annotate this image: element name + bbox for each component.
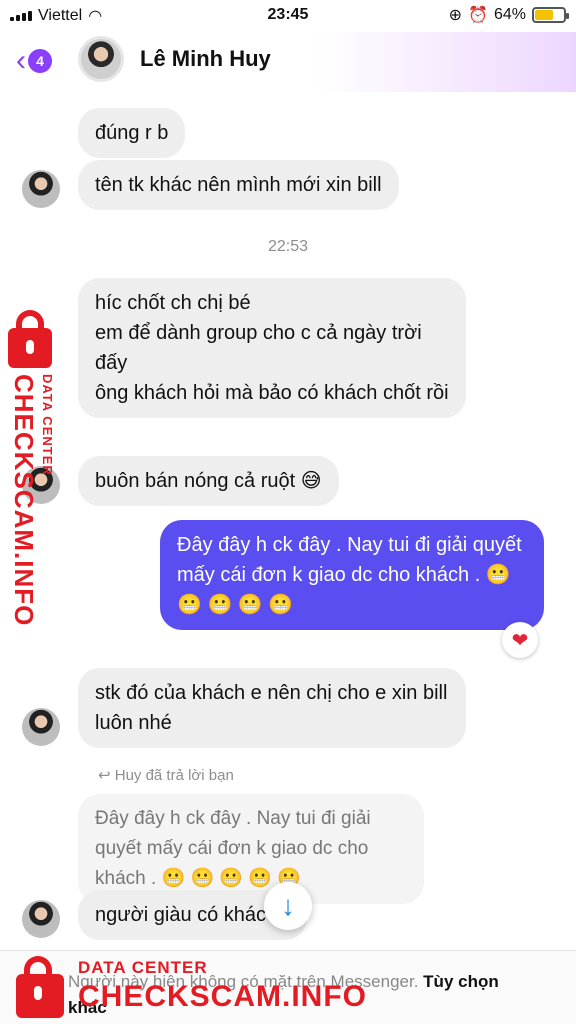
quoted-message[interactable]: Đây đây h ck đây . Nay tui đi giải quyết… [78, 794, 424, 904]
arrow-down-icon: ↓ [281, 890, 295, 921]
watermark-label: DATA CENTER [40, 374, 55, 476]
message-incoming[interactable]: đúng r b [78, 108, 186, 158]
watermark-bottom: DATA CENTER CHECKSCAM.INFO [8, 944, 368, 1024]
lock-icon [16, 956, 64, 1018]
chat-header: ‹ 4 Lê Minh Huy [0, 32, 576, 92]
contact-name[interactable]: Lê Minh Huy [140, 46, 271, 72]
contact-avatar[interactable] [78, 36, 124, 82]
battery-fill [535, 10, 553, 20]
sender-avatar[interactable] [22, 900, 60, 938]
watermark-label: DATA CENTER [78, 958, 208, 977]
watermark-vertical-text: CHECKSCAM.INFO DATA CENTER [8, 374, 58, 626]
message-incoming[interactable]: tên tk khác nên mình mới xin bill [78, 160, 399, 210]
status-bar: Viettel ◠ 23:45 ⊕ ⏰ 64% [0, 0, 576, 32]
battery-icon [532, 7, 569, 23]
scroll-to-bottom-button[interactable]: ↓ [264, 882, 312, 930]
message-outgoing[interactable]: Đây đây h ck đây . Nay tui đi giải quyết… [160, 520, 544, 630]
watermark-side: CHECKSCAM.INFO DATA CENTER [4, 310, 64, 626]
message-timestamp: 22:53 [267, 238, 309, 255]
back-button[interactable]: ‹ 4 [16, 44, 52, 78]
reply-indicator: ↩ Huy đã trả lời bạn [98, 767, 234, 784]
status-right: ⊕ ⏰ 64% [448, 5, 569, 25]
unread-count-badge: 4 [28, 49, 52, 73]
lock-icon [8, 310, 52, 368]
chevron-left-icon: ‹ [16, 44, 26, 77]
message-incoming[interactable]: buôn bán nóng cả ruột 😅 [78, 456, 339, 506]
battery-percent: 64% [493, 6, 526, 23]
alarm-icon: ⏰ [468, 7, 488, 24]
message-incoming[interactable]: híc chốt ch chị bé em để dành group cho … [78, 278, 466, 418]
sender-avatar[interactable] [22, 708, 60, 746]
message-incoming[interactable]: stk đó của khách e nên chị cho e xin bil… [78, 668, 466, 748]
watermark-site: CHECKSCAM.INFO [9, 374, 39, 627]
heart-reaction-icon[interactable]: ❤ [502, 622, 538, 658]
sender-avatar[interactable] [22, 170, 60, 208]
watermark-site: CHECKSCAM.INFO [78, 980, 367, 1013]
orientation-lock-icon: ⊕ [448, 7, 463, 24]
